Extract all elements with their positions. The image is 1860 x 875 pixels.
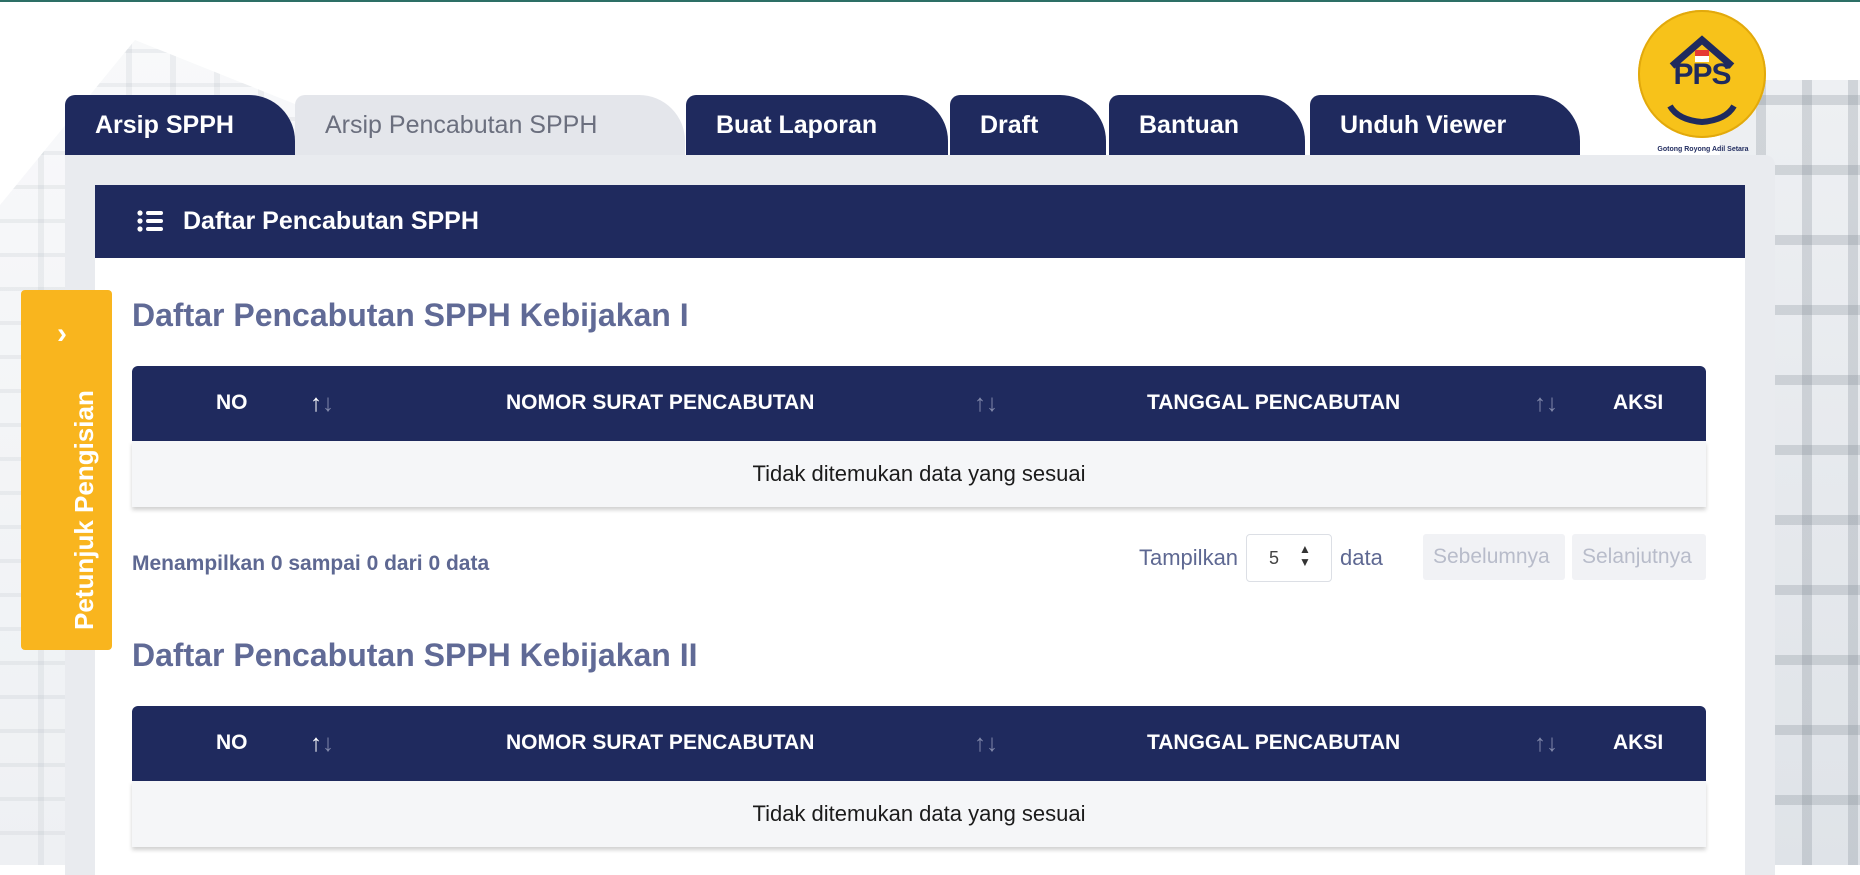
previous-button[interactable]: Sebelumnya bbox=[1423, 534, 1565, 580]
tab-buat-laporan[interactable]: Buat Laporan bbox=[686, 95, 948, 155]
tab-arsip-pencabutan-spph[interactable]: Arsip Pencabutan SPPH bbox=[295, 95, 685, 155]
sort-arrows-icon: ▲ ▼ bbox=[1299, 542, 1311, 569]
table-row: Tidak ditemukan data yang sesuai bbox=[132, 441, 1706, 507]
card-title: Daftar Pencabutan SPPH bbox=[183, 207, 479, 235]
page-size-value: 5 bbox=[1269, 548, 1280, 568]
top-accent-line bbox=[0, 0, 1860, 2]
empty-message: Tidak ditemukan data yang sesuai bbox=[752, 461, 1086, 486]
tab-arsip-spph[interactable]: Arsip SPPH bbox=[65, 95, 295, 155]
column-header-no[interactable]: NO bbox=[216, 731, 248, 755]
card-header: Daftar Pencabutan SPPH bbox=[95, 185, 1745, 258]
table-info: Menampilkan 0 sampai 0 dari 0 data bbox=[132, 552, 490, 575]
tab-bantuan[interactable]: Bantuan bbox=[1109, 95, 1305, 155]
column-header-aksi: AKSI bbox=[1613, 731, 1664, 754]
list-icon bbox=[137, 210, 163, 232]
logo-text: PPS bbox=[1673, 58, 1731, 91]
table-header-kebijakan-1: NO ↑↓ NOMOR SURAT PENCABUTAN ↑↓ TANGGAL … bbox=[132, 366, 1706, 441]
sort-icon[interactable]: ↑↓ bbox=[1534, 390, 1558, 418]
column-header-tanggal[interactable]: TANGGAL PENCABUTAN bbox=[1147, 731, 1400, 755]
sort-icon[interactable]: ↑↓ bbox=[1534, 730, 1558, 758]
sort-icon[interactable]: ↑↓ bbox=[974, 730, 998, 758]
sort-icon[interactable]: ↑↓ bbox=[310, 730, 334, 758]
column-header-nomor-surat[interactable]: NOMOR SURAT PENCABUTAN bbox=[506, 731, 814, 755]
section-title-kebijakan-1: Daftar Pencabutan SPPH Kebijakan I bbox=[132, 297, 689, 333]
tab-unduh-viewer[interactable]: Unduh Viewer bbox=[1310, 95, 1580, 155]
sort-icon[interactable]: ↑↓ bbox=[310, 390, 334, 418]
column-header-nomor-surat[interactable]: NOMOR SURAT PENCABUTAN bbox=[506, 391, 814, 415]
logo-subtitle: Gotong Royong Adil Setara bbox=[1657, 146, 1749, 153]
page-size-suffix: data bbox=[1340, 545, 1383, 570]
petunjuk-pengisian-tab[interactable]: › Petunjuk Pengisian bbox=[21, 290, 112, 650]
next-button[interactable]: Selanjutnya bbox=[1572, 534, 1706, 580]
page-size-label: Tampilkan bbox=[1139, 545, 1239, 570]
pps-logo: PPS Gotong Royong Adil Setara bbox=[1638, 10, 1768, 155]
table-header-kebijakan-2: NO ↑↓ NOMOR SURAT PENCABUTAN ↑↓ TANGGAL … bbox=[132, 706, 1706, 781]
page-size-select[interactable]: 5 ▲ ▼ bbox=[1246, 534, 1332, 582]
column-header-tanggal[interactable]: TANGGAL PENCABUTAN bbox=[1147, 391, 1400, 415]
column-header-no[interactable]: NO bbox=[216, 391, 248, 415]
sort-icon[interactable]: ↑↓ bbox=[974, 390, 998, 418]
section-title-kebijakan-2: Daftar Pencabutan SPPH Kebijakan II bbox=[132, 637, 698, 673]
chevron-right-icon: › bbox=[57, 317, 67, 350]
empty-message: Tidak ditemukan data yang sesuai bbox=[752, 801, 1086, 826]
table-row: Tidak ditemukan data yang sesuai bbox=[132, 781, 1706, 847]
side-tab-label: Petunjuk Pengisian bbox=[69, 390, 99, 630]
tab-draft[interactable]: Draft bbox=[950, 95, 1106, 155]
column-header-aksi: AKSI bbox=[1613, 391, 1664, 414]
